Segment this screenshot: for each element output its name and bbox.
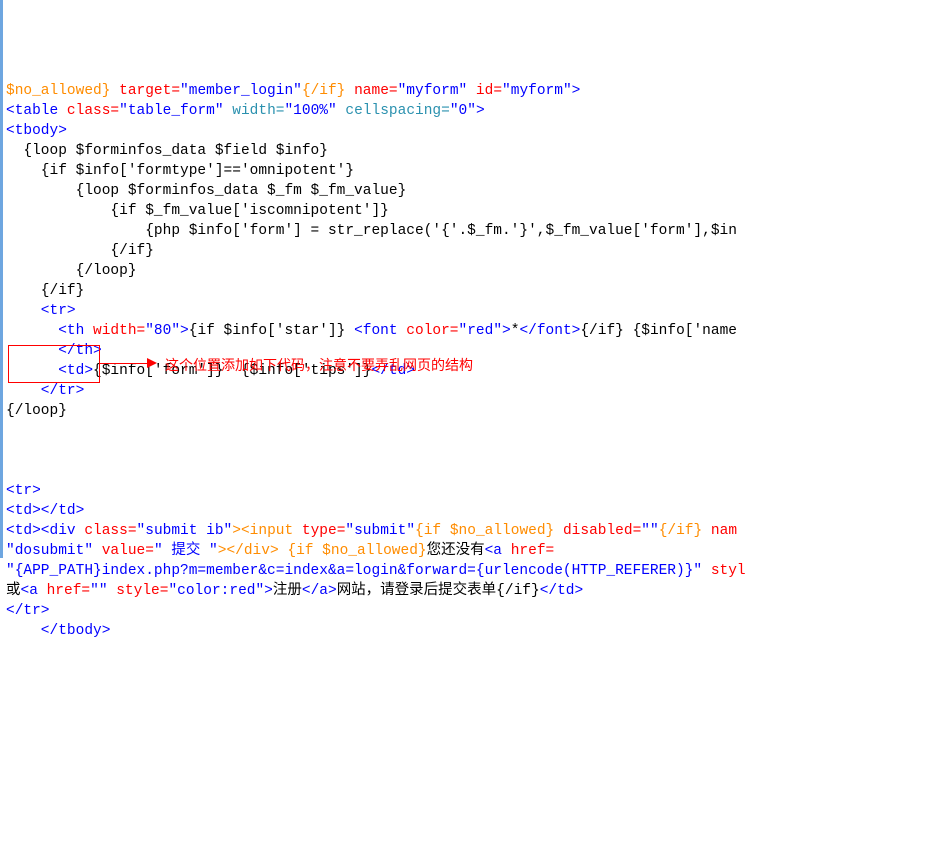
annotation-note: 这个位置添加如下代码，注意不要弄乱网页的结构: [165, 355, 473, 375]
highlight-box: [8, 345, 100, 383]
code-text: $no_allowed}: [6, 83, 110, 99]
arrow-icon: [100, 363, 150, 364]
arrow-head-icon: [147, 358, 157, 368]
